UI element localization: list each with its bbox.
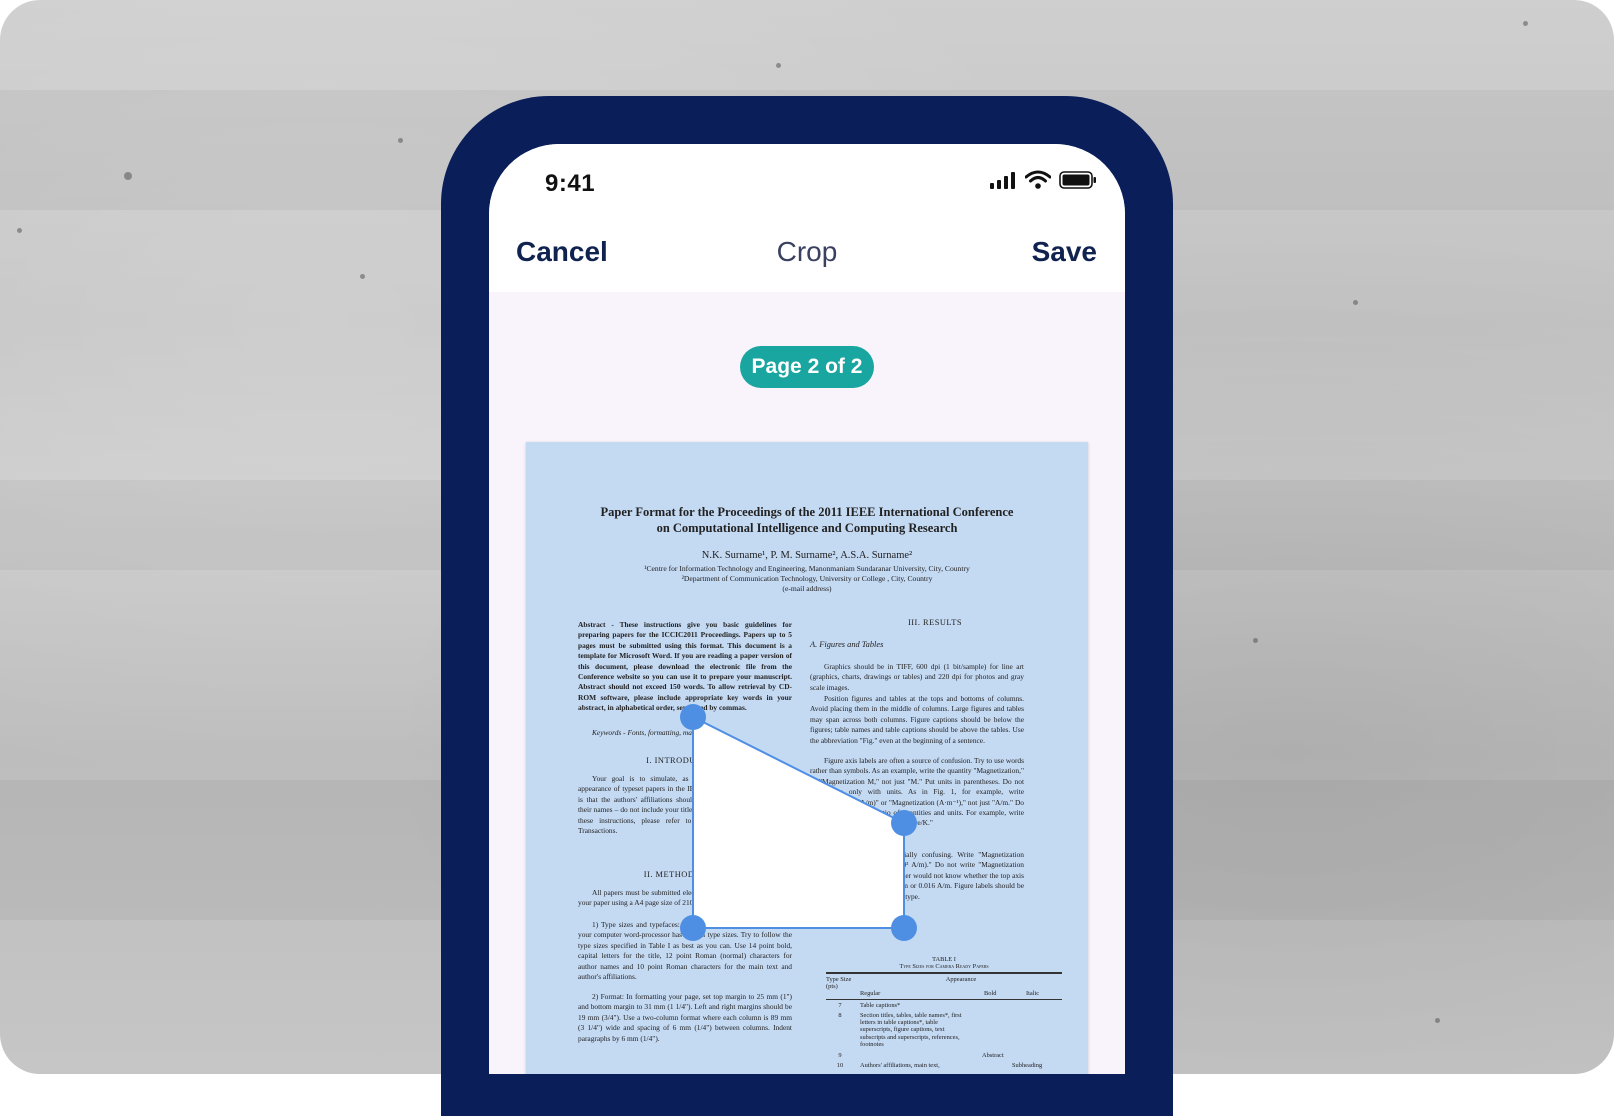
texture-pit [124, 172, 132, 180]
page-title: Crop [776, 236, 838, 267]
texture-pit [17, 228, 22, 233]
document-page: Paper Format for the Proceedings of the … [526, 442, 1088, 1074]
phone-screen: 9:41 Cancel Crop Save Page 2 of 2 Paper … [489, 144, 1125, 1074]
texture-pit [360, 274, 365, 279]
crop-handle-top-right[interactable] [891, 810, 917, 836]
signal-icon [989, 171, 1017, 194]
crop-handle-bottom-right[interactable] [891, 915, 917, 941]
crop-handle-top-left[interactable] [680, 704, 706, 730]
wifi-icon [1024, 170, 1052, 195]
texture-pit [1523, 21, 1528, 26]
save-button[interactable]: Save [1032, 236, 1097, 268]
top-bar: 9:41 Cancel Crop Save [489, 144, 1125, 292]
status-time: 9:41 [545, 170, 596, 197]
texture-pit [398, 138, 403, 143]
battery-icon [1059, 170, 1097, 195]
texture-pit [776, 63, 781, 68]
crop-handle-bottom-left[interactable] [680, 915, 706, 941]
status-icons [989, 170, 1097, 195]
page-indicator-badge: Page 2 of 2 [740, 346, 874, 388]
crop-overlay [680, 704, 917, 941]
crop-region[interactable] [692, 715, 905, 929]
texture-pit [1353, 300, 1358, 305]
texture-pit [1435, 1018, 1440, 1023]
texture-pit [1253, 638, 1258, 643]
